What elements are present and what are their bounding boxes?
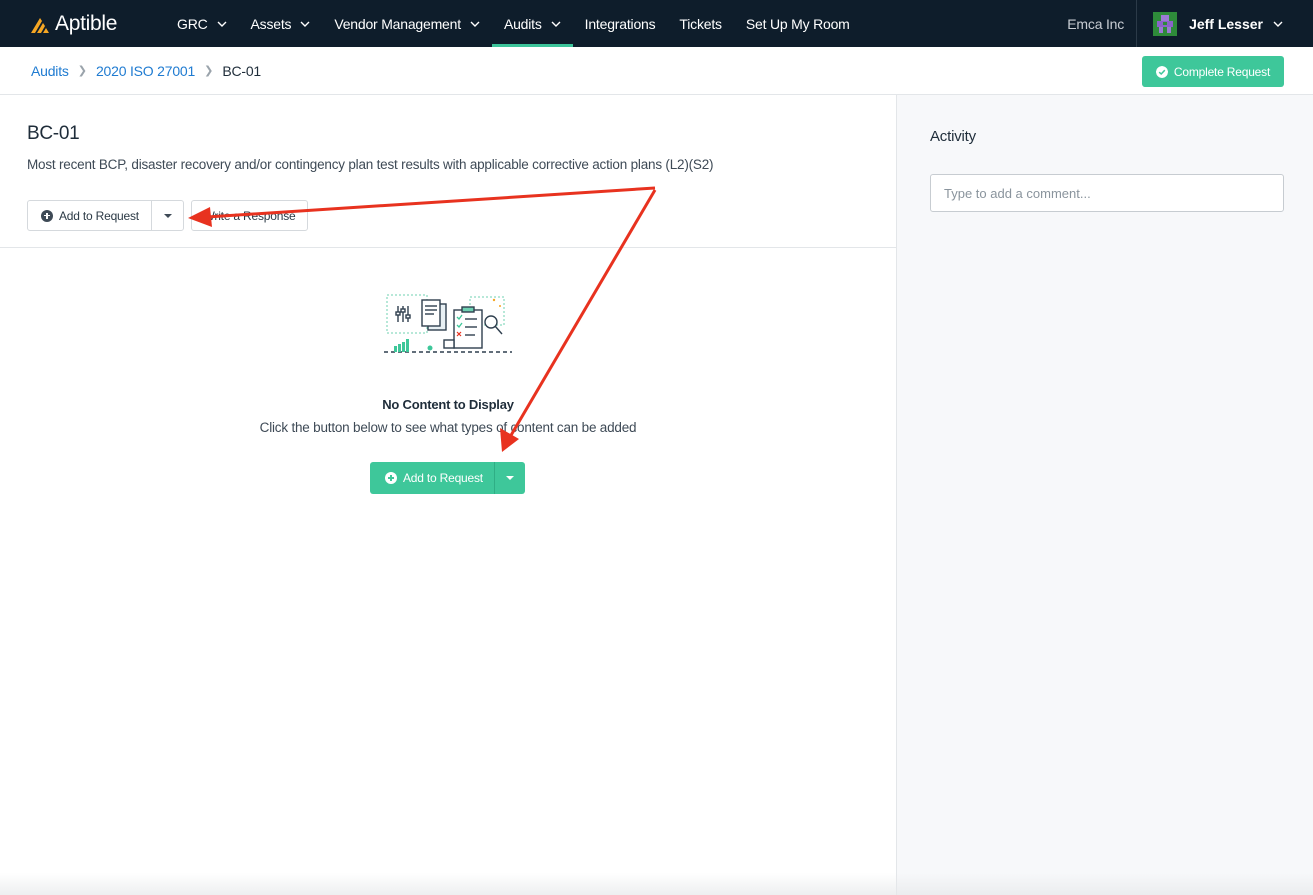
nav-item-integrations[interactable]: Integrations — [573, 0, 668, 47]
add-to-request-label: Add to Request — [403, 471, 483, 485]
page-title: BC-01 — [27, 123, 80, 144]
main-panel: BC-01 Most recent BCP, disaster recovery… — [0, 95, 896, 895]
top-nav: Aptible GRC Assets Vendor Management Aud… — [0, 0, 1313, 47]
nav-item-label: Tickets — [679, 15, 722, 32]
chevron-down-icon — [1273, 21, 1283, 27]
check-circle-icon — [1155, 65, 1168, 78]
nav-item-label: Audits — [503, 15, 542, 32]
brand-name: Aptible — [55, 11, 118, 35]
empty-add-to-request-button[interactable]: Add to Request — [370, 462, 495, 494]
org-name[interactable]: Emca Inc — [1067, 16, 1136, 32]
chevron-down-icon — [217, 21, 227, 27]
caret-down-icon — [506, 476, 514, 480]
plus-circle-icon — [385, 472, 397, 484]
chevron-down-icon — [300, 21, 310, 27]
add-to-request-label: Add to Request — [59, 208, 139, 223]
activity-title: Activity — [930, 128, 976, 145]
empty-state-illustration — [384, 294, 512, 353]
request-description: Most recent BCP, disaster recovery and/o… — [27, 157, 714, 172]
comment-input[interactable] — [930, 174, 1284, 212]
logo[interactable]: Aptible — [29, 12, 165, 36]
breadcrumb-link-audit[interactable]: 2020 ISO 27001 — [96, 63, 195, 79]
nav-right: Emca Inc Jeff Lesser — [1067, 0, 1313, 47]
empty-add-to-request-dropdown-toggle[interactable] — [495, 462, 525, 494]
nav-item-vendor-management[interactable]: Vendor Management — [322, 0, 492, 47]
chevron-down-icon — [470, 21, 480, 27]
user-menu[interactable]: Jeff Lesser — [1137, 11, 1313, 36]
nav-item-set-up-my-room[interactable]: Set Up My Room — [734, 0, 862, 47]
empty-state-subtitle: Click the button below to see what types… — [259, 420, 637, 435]
write-response-button[interactable]: Write a Response — [191, 200, 308, 231]
chevron-down-icon — [551, 21, 561, 27]
complete-request-button[interactable]: Complete Request — [1142, 56, 1284, 87]
nav-item-label: Vendor Management — [334, 15, 461, 32]
divider — [0, 247, 896, 248]
nav-item-label: Set Up My Room — [745, 15, 850, 32]
caret-down-icon — [163, 213, 172, 218]
nav-item-label: Integrations — [584, 15, 656, 32]
breadcrumb-bar: Audits ❯ 2020 ISO 27001 ❯ BC-01 Complete… — [0, 47, 1313, 95]
add-to-request-button-group: Add to Request — [27, 200, 184, 231]
empty-add-to-request-button-group: Add to Request — [370, 462, 525, 494]
aptible-logo-icon — [31, 17, 49, 33]
nav-item-label: GRC — [177, 15, 208, 32]
nav-menu: GRC Assets Vendor Management Audits Inte… — [165, 0, 862, 47]
activity-panel: Activity — [896, 95, 1313, 895]
bottom-shadow — [0, 873, 1313, 895]
write-response-label: Write a Response — [203, 208, 296, 223]
breadcrumb-current: BC-01 — [222, 62, 262, 79]
empty-state-title: No Content to Display — [382, 397, 514, 412]
user-name: Jeff Lesser — [1189, 15, 1263, 32]
nav-item-tickets[interactable]: Tickets — [667, 0, 733, 47]
chevron-right-icon: ❯ — [204, 65, 214, 77]
breadcrumb: Audits ❯ 2020 ISO 27001 ❯ BC-01 — [31, 63, 261, 79]
nav-item-assets[interactable]: Assets — [239, 0, 323, 47]
chevron-right-icon: ❯ — [77, 65, 87, 77]
plus-circle-icon — [41, 209, 53, 222]
add-to-request-dropdown-toggle[interactable] — [152, 201, 183, 230]
nav-item-audits[interactable]: Audits — [491, 0, 573, 47]
complete-request-label: Complete Request — [1173, 64, 1271, 79]
add-to-request-button[interactable]: Add to Request — [28, 201, 152, 230]
avatar — [1153, 11, 1178, 36]
nav-item-label: Assets — [250, 15, 292, 32]
nav-item-grc[interactable]: GRC — [165, 0, 239, 47]
breadcrumb-link-audits[interactable]: Audits — [31, 63, 69, 79]
